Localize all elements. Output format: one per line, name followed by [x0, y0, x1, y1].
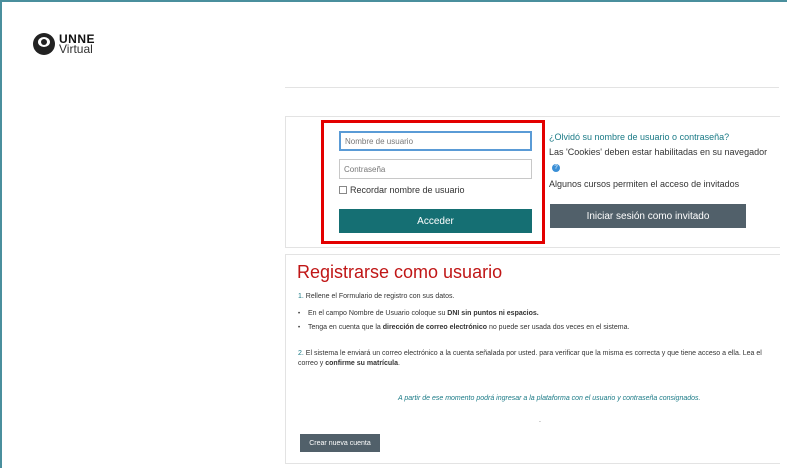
- bullet-item: •: [298, 325, 301, 331]
- register-step1: 1. Rellene el Formulario de registro con…: [298, 293, 455, 300]
- guest-text: Algunos cursos permiten el acceso de inv…: [549, 179, 740, 189]
- register-bullet2: Tenga en cuenta que la dirección de corr…: [308, 324, 630, 331]
- create-account-button[interactable]: Crear nueva cuenta: [300, 434, 380, 452]
- site-logo[interactable]: UNNE Virtual: [33, 33, 95, 55]
- username-input[interactable]: [339, 131, 532, 151]
- register-title: Registrarse como usuario: [297, 262, 503, 282]
- logo-icon: [33, 33, 55, 55]
- bullet-item: •: [298, 311, 301, 317]
- register-note: A partir de ese momento podrá ingresar a…: [398, 395, 701, 402]
- divider: [285, 87, 779, 88]
- forgot-password-link[interactable]: ¿Olvidó su nombre de usuario o contraseñ…: [549, 130, 774, 145]
- remember-label: Recordar nombre de usuario: [350, 185, 465, 195]
- dot-text: .: [539, 417, 541, 424]
- register-bullet1: En el campo Nombre de Usuario coloque su…: [308, 310, 539, 317]
- login-info: ¿Olvidó su nombre de usuario o contraseñ…: [549, 130, 774, 192]
- logo-line2: Virtual: [59, 42, 93, 56]
- password-input[interactable]: [339, 159, 532, 179]
- remember-checkbox[interactable]: [339, 186, 347, 194]
- remember-username[interactable]: Recordar nombre de usuario: [339, 185, 465, 195]
- login-button[interactable]: Acceder: [339, 209, 532, 233]
- cookies-text: Las 'Cookies' deben estar habilitadas en…: [549, 147, 768, 157]
- guest-login-button[interactable]: Iniciar sesión como invitado: [550, 204, 746, 228]
- register-step2: 2. El sistema le enviará un correo elect…: [298, 350, 762, 367]
- help-icon[interactable]: ?: [552, 163, 560, 172]
